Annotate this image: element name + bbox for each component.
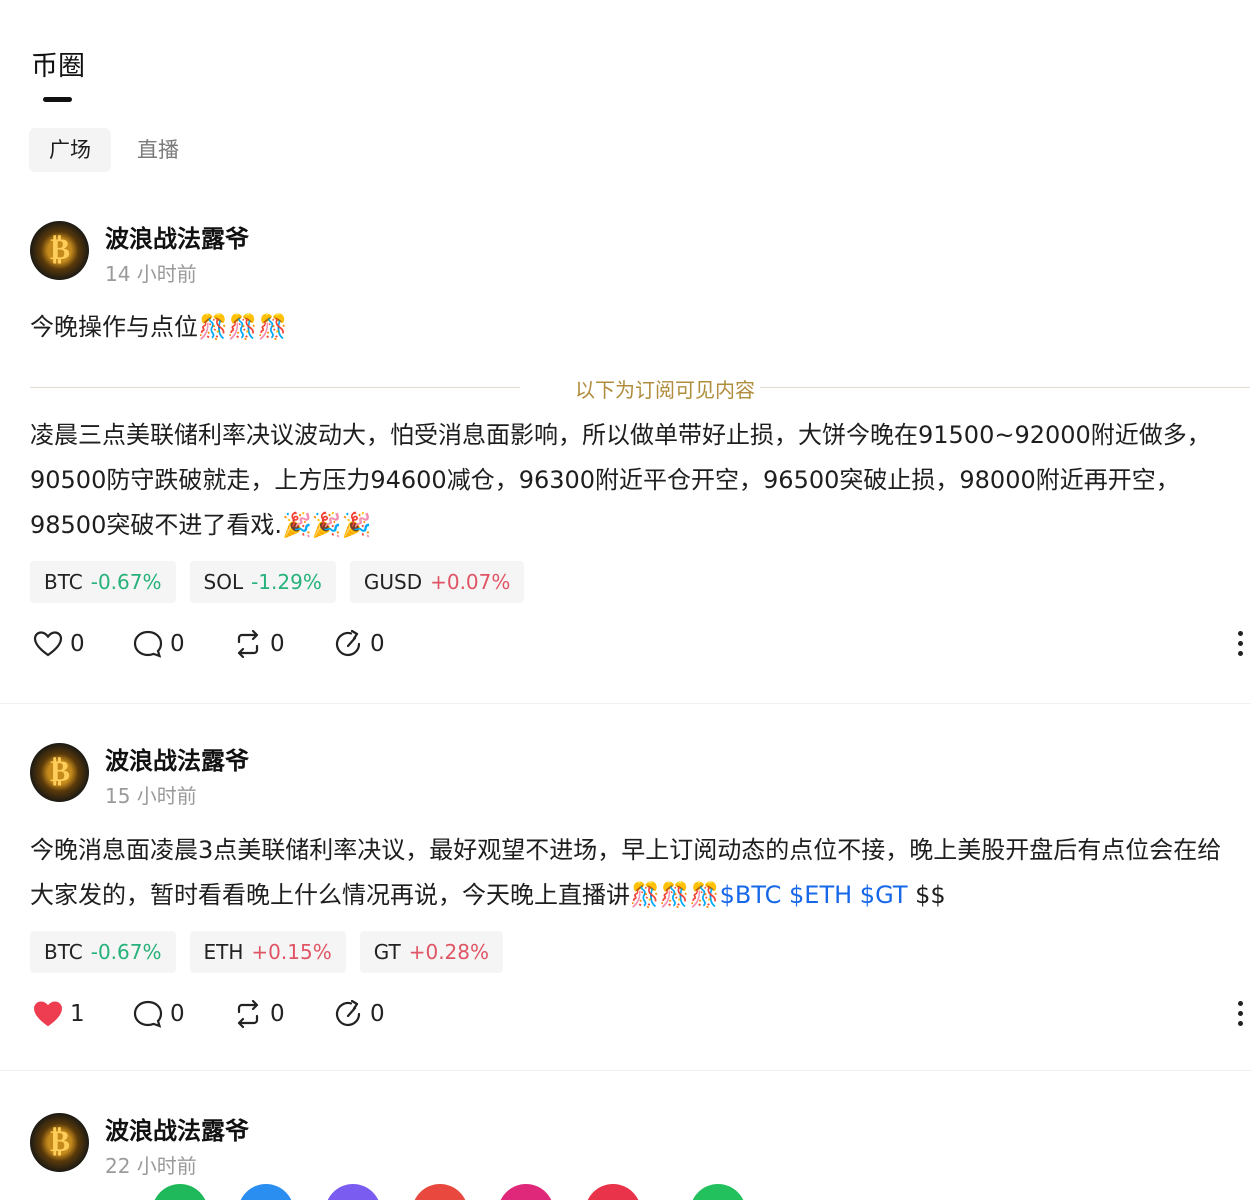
post-actions: 0 0 0 0: [32, 628, 432, 660]
subtab-bar: 广场 直播: [29, 128, 199, 172]
post-author[interactable]: 波浪战法露爷: [105, 219, 249, 254]
ticker-symbol: SOL: [203, 570, 244, 594]
post-separator: [0, 703, 1251, 704]
ticker-chip[interactable]: GT +0.28%: [359, 931, 504, 973]
comment-button[interactable]: 0: [132, 998, 232, 1030]
ticker-change: -1.29%: [251, 570, 322, 594]
subscription-divider: 以下为订阅可见内容: [30, 377, 1251, 402]
cashtag-link[interactable]: $BTC $ETH $GT: [720, 881, 908, 909]
repost-button[interactable]: 0: [232, 998, 332, 1030]
tab-plaza[interactable]: 广场: [29, 128, 111, 172]
repost-count: 0: [270, 631, 285, 657]
bitcoin-icon: ₿: [49, 754, 70, 789]
post-actions: 1 0 0 0: [32, 998, 432, 1030]
like-button[interactable]: 1: [32, 998, 132, 1030]
ticker-change: +0.07%: [430, 570, 511, 594]
repost-icon: [237, 999, 259, 1029]
more-options-button[interactable]: [1234, 1001, 1246, 1031]
share-count: 0: [370, 631, 385, 657]
comment-count: 0: [170, 631, 185, 657]
post-body: 凌晨三点美联储利率决议波动大，怕受消息面影响，所以做单带好止损，大饼今晚在915…: [30, 421, 1211, 539]
ticker-symbol: GUSD: [363, 570, 423, 594]
ticker-symbol: ETH: [203, 940, 244, 964]
ticker-chip[interactable]: SOL -1.29%: [189, 561, 336, 603]
repost-count: 0: [270, 1001, 285, 1027]
ticker-change: -0.67%: [90, 570, 162, 594]
page-title: 币圈: [31, 51, 85, 82]
ticker-symbol: BTC: [44, 940, 83, 964]
ticker-list: BTC -0.67% SOL -1.29% GUSD +0.07%: [30, 561, 525, 603]
share-icon: [335, 629, 361, 657]
heart-icon: [33, 631, 63, 657]
app-dock: [0, 1180, 1251, 1200]
bitcoin-icon: ₿: [49, 232, 70, 267]
repost-button[interactable]: 0: [232, 628, 332, 660]
ticker-change: -0.67%: [90, 940, 162, 964]
more-options-button[interactable]: [1234, 631, 1246, 661]
dock-app-icon[interactable]: [325, 1184, 381, 1200]
dock-app-icon[interactable]: [238, 1184, 294, 1200]
ticker-chip[interactable]: ETH +0.15%: [189, 931, 346, 973]
ticker-chip[interactable]: BTC -0.67%: [30, 561, 176, 603]
bitcoin-icon: ₿: [49, 1124, 70, 1159]
post-time: 22 小时前: [105, 1154, 197, 1178]
dock-app-icon[interactable]: [152, 1184, 208, 1200]
repost-icon: [237, 629, 259, 659]
active-tab-indicator: [43, 97, 72, 102]
ticker-change: +0.28%: [408, 940, 490, 964]
post-title: 今晚操作与点位🎊🎊🎊: [30, 313, 288, 341]
post-time: 15 小时前: [105, 784, 197, 808]
like-button[interactable]: 0: [32, 628, 132, 660]
tab-live[interactable]: 直播: [117, 128, 199, 172]
avatar[interactable]: ₿: [30, 221, 89, 280]
comment-icon: [133, 630, 163, 658]
post-body-trailing: $$: [907, 881, 946, 909]
share-icon: [335, 999, 361, 1027]
post-body-text: 今晚消息面凌晨3点美联储利率决议，最好观望不进场，早上订阅动态的点位不接，晚上美…: [30, 836, 1222, 909]
ticker-chip[interactable]: GUSD +0.07%: [349, 561, 525, 603]
avatar[interactable]: ₿: [30, 1113, 89, 1172]
share-button[interactable]: 0: [332, 628, 432, 660]
heart-filled-icon: [33, 1001, 63, 1027]
ticker-chip[interactable]: BTC -0.67%: [30, 931, 176, 973]
ticker-symbol: GT: [373, 940, 401, 964]
dock-app-icon[interactable]: [585, 1184, 641, 1200]
ticker-change: +0.15%: [251, 940, 332, 964]
post-body: 今晚消息面凌晨3点美联储利率决议，最好观望不进场，早上订阅动态的点位不接，晚上美…: [30, 828, 1245, 918]
like-count: 0: [70, 631, 85, 657]
subscription-divider-label: 以下为订阅可见内容: [575, 378, 755, 402]
comment-count: 0: [170, 1001, 185, 1027]
post-author[interactable]: 波浪战法露爷: [105, 741, 249, 776]
share-button[interactable]: 0: [332, 998, 432, 1030]
avatar[interactable]: ₿: [30, 743, 89, 802]
dock-app-icon[interactable]: [690, 1184, 746, 1200]
comment-button[interactable]: 0: [132, 628, 232, 660]
share-count: 0: [370, 1001, 385, 1027]
dock-app-icon[interactable]: [498, 1184, 554, 1200]
post-separator: [0, 1070, 1251, 1071]
comment-icon: [133, 1000, 163, 1028]
ticker-list: BTC -0.67% ETH +0.15% GT +0.28%: [30, 931, 504, 973]
ticker-symbol: BTC: [44, 570, 83, 594]
post-author[interactable]: 波浪战法露爷: [105, 1111, 249, 1146]
like-count: 1: [70, 1001, 85, 1027]
post-time: 14 小时前: [105, 262, 197, 286]
dock-app-icon[interactable]: [412, 1184, 468, 1200]
